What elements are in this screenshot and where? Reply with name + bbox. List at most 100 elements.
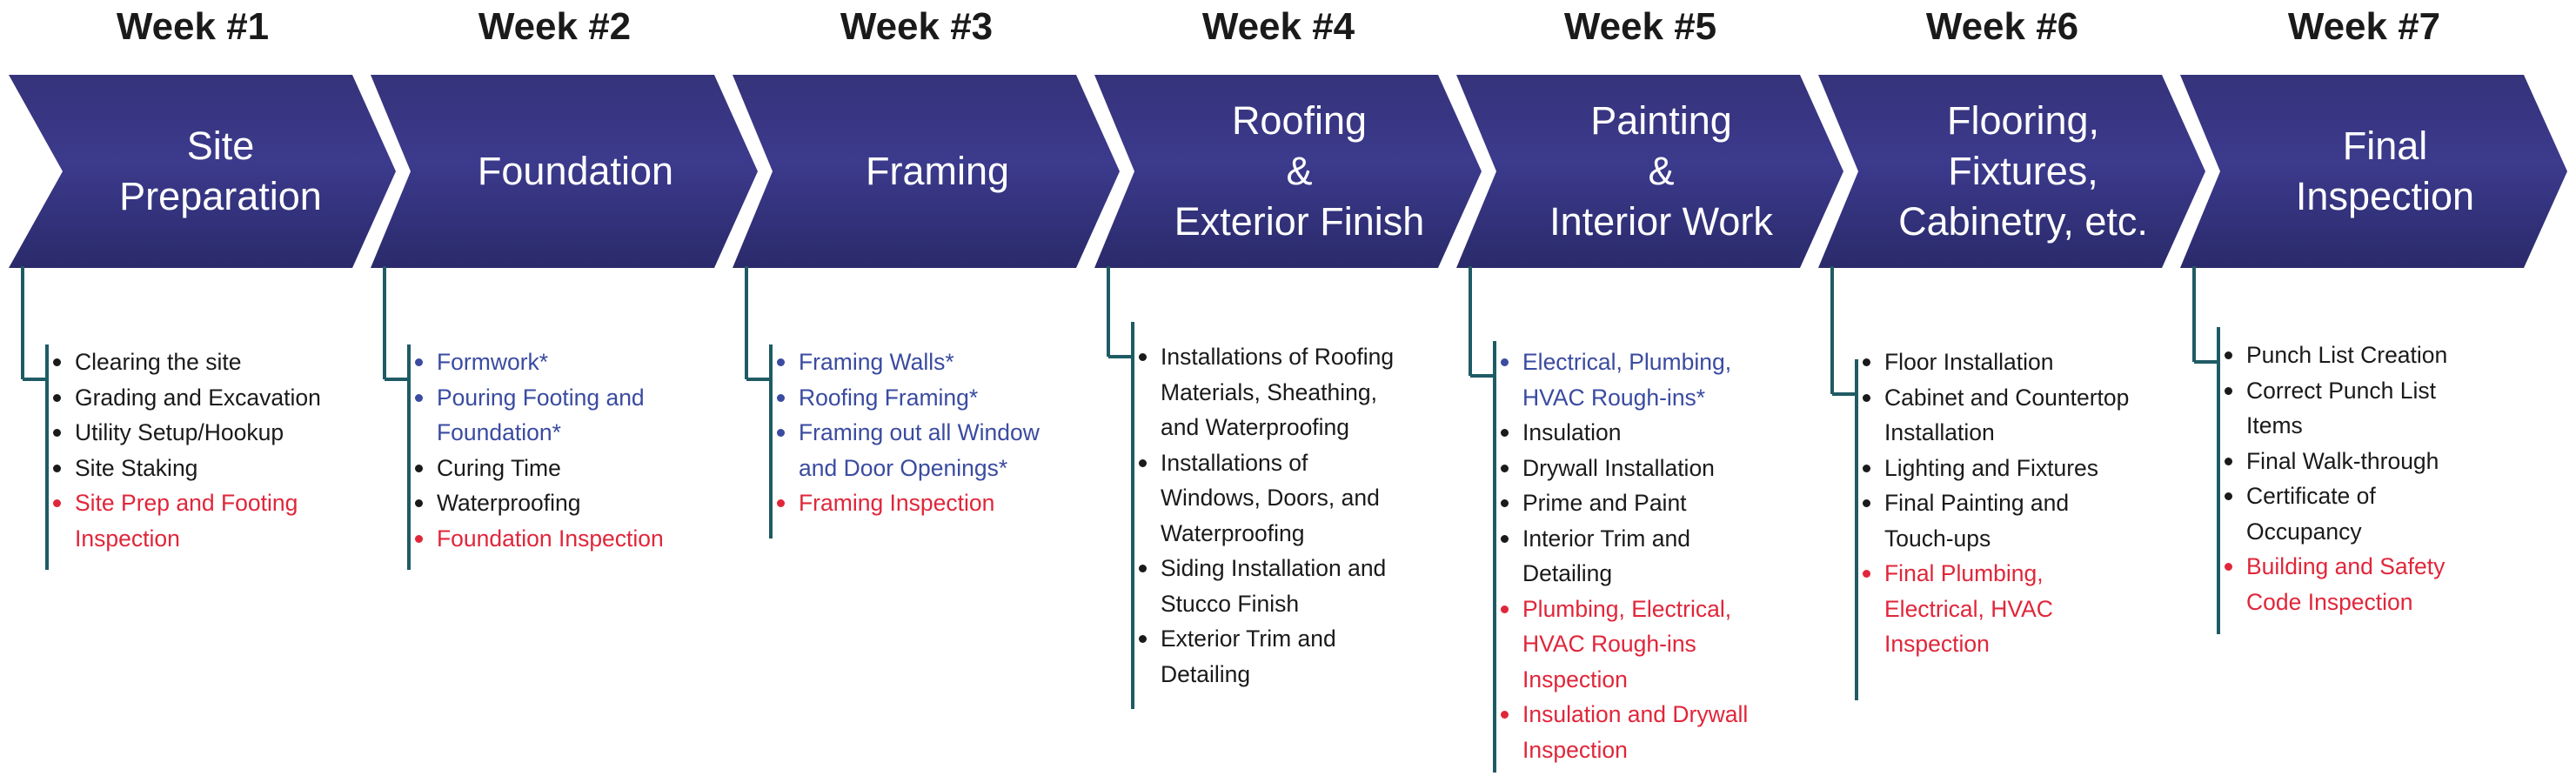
task-item-line: Certificate of bbox=[2246, 483, 2376, 509]
task-item-line: Site Staking bbox=[75, 454, 198, 481]
phase-label-3: Framing bbox=[773, 75, 1102, 268]
task-item-line: Pouring Footing and bbox=[437, 384, 645, 411]
phase-label-line: Framing bbox=[865, 149, 1010, 193]
task-item-line: Stucco Finish bbox=[1161, 590, 1300, 617]
task-item-line: Foundation* bbox=[437, 419, 561, 445]
task-item: Plumbing, Electrical, HVAC Rough-ins Inspe… bbox=[1498, 592, 1748, 698]
task-item-line: Prime and Paint bbox=[1522, 490, 1687, 516]
task-item-line: Code Inspection bbox=[2246, 588, 2413, 615]
week-header-2: Week #2 bbox=[478, 5, 632, 48]
task-item-line: Roofing Framing* bbox=[799, 384, 979, 411]
task-item-line: Site Prep and Footing bbox=[75, 490, 298, 516]
task-list-week-7: Punch List Creation Correct Punch List Ite… bbox=[2222, 338, 2447, 619]
task-item-line: Building and Safety bbox=[2246, 553, 2446, 579]
task-item: Cabinet and Countertop Installation bbox=[1860, 380, 2129, 451]
task-item-line: Framing out all Window bbox=[799, 419, 1040, 445]
task-item-line: Cabinet and Countertop bbox=[1884, 384, 2130, 411]
task-item-line: Final Plumbing, bbox=[1884, 560, 2044, 586]
task-item-line: Framing Inspection bbox=[799, 490, 995, 516]
task-item-line: Inspection bbox=[1884, 631, 1990, 657]
task-list-week-6: Floor Installation Cabinet and Countertop… bbox=[1860, 345, 2129, 662]
task-item-line: Foundation Inspection bbox=[437, 525, 664, 552]
task-item: Interior Trim and Detailing bbox=[1498, 521, 1748, 592]
phase-label-line: Preparation bbox=[119, 174, 322, 218]
task-list-week-4: Installations of Roofing Materials, Sheat… bbox=[1136, 339, 1394, 692]
phase-label-line: Site bbox=[186, 124, 255, 168]
phase-label-line: Exterior Finish bbox=[1174, 199, 1425, 244]
task-item: Insulation bbox=[1498, 415, 1748, 451]
week-header-6: Week #6 bbox=[1925, 5, 2079, 48]
task-item: Framing out all Window and Door Openings* bbox=[774, 415, 1040, 485]
phase-label-line: Fixtures, bbox=[1948, 149, 2098, 193]
task-item-line: Lighting and Fixtures bbox=[1884, 454, 2099, 481]
task-item-line: Insulation bbox=[1522, 419, 1622, 445]
task-item: Waterproofing bbox=[412, 485, 664, 521]
task-list-week-3: Framing Walls* Roofing Framing* Framing ou… bbox=[774, 345, 1040, 521]
task-item-line: Inspection bbox=[75, 525, 180, 552]
task-item-line: Punch List Creation bbox=[2246, 342, 2448, 368]
phase-label-5: Painting & Interior Work bbox=[1496, 75, 1826, 268]
task-item: Site Prep and Footing Inspection bbox=[50, 485, 321, 556]
phase-label-1: Site Preparation bbox=[63, 75, 378, 268]
task-item-line: Formwork* bbox=[437, 349, 549, 375]
task-item-line: Installations of bbox=[1161, 449, 1308, 476]
task-item-line: HVAC Rough-ins bbox=[1522, 631, 1696, 657]
phase-label-line: & bbox=[1648, 149, 1675, 193]
phase-label-line: Roofing bbox=[1231, 98, 1368, 143]
week-header-3: Week #3 bbox=[840, 5, 994, 48]
task-item-line: Correct Punch List bbox=[2246, 377, 2436, 404]
task-item: Electrical, Plumbing, HVAC Rough-ins* bbox=[1498, 345, 1748, 415]
task-item: Drywall Installation bbox=[1498, 451, 1748, 486]
week-header-1: Week #1 bbox=[116, 5, 270, 48]
task-item: Insulation and Drywall Inspection bbox=[1498, 697, 1748, 767]
task-item: Foundation Inspection bbox=[412, 521, 664, 557]
task-item: Lighting and Fixtures bbox=[1860, 451, 2129, 486]
task-item: Final Painting and Touch-ups bbox=[1860, 485, 2129, 556]
task-item: Framing Walls* bbox=[774, 345, 1040, 380]
phase-label-line: Foundation bbox=[477, 149, 674, 193]
week-header-4: Week #4 bbox=[1201, 5, 1355, 48]
task-item-line: Waterproofing bbox=[1161, 519, 1305, 546]
task-item-line: Curing Time bbox=[437, 454, 561, 481]
task-item: Installations of Roofing Materials, Sheat… bbox=[1136, 339, 1394, 445]
task-item-line: Electrical, Plumbing, bbox=[1522, 349, 1732, 375]
task-item: Utility Setup/Hookup bbox=[50, 415, 321, 451]
task-item-line: Insulation and Drywall bbox=[1522, 701, 1749, 727]
phase-label-line: Cabinetry, etc. bbox=[1898, 199, 2148, 244]
phase-label-line: Flooring, bbox=[1946, 98, 2100, 143]
task-item: Building and Safety Code Inspection bbox=[2222, 549, 2447, 619]
task-item-line: Plumbing, Electrical, bbox=[1522, 595, 1732, 622]
task-list-week-5: Electrical, Plumbing, HVAC Rough-ins* Insu… bbox=[1498, 345, 1748, 767]
phase-label-4: Roofing & Exterior Finish bbox=[1134, 75, 1464, 268]
task-item: Correct Punch List Items bbox=[2222, 373, 2447, 444]
task-item-line: Inspection bbox=[1522, 666, 1628, 692]
task-item: Siding Installation and Stucco Finish bbox=[1136, 551, 1394, 621]
task-item-line: Detailing bbox=[1522, 560, 1613, 586]
task-item-line: Siding Installation and bbox=[1161, 555, 1387, 581]
task-item: Floor Installation bbox=[1860, 345, 2129, 380]
task-item-line: HVAC Rough-ins* bbox=[1522, 384, 1706, 411]
task-item: Prime and Paint bbox=[1498, 485, 1748, 521]
task-item-line: and Door Openings* bbox=[799, 454, 1008, 481]
task-item-line: Grading and Excavation bbox=[75, 384, 321, 411]
task-item: Framing Inspection bbox=[774, 485, 1040, 521]
task-item: Final Plumbing, Electrical, HVAC Inspectio… bbox=[1860, 556, 2129, 662]
task-item-line: Waterproofing bbox=[437, 490, 581, 516]
task-item: Roofing Framing* bbox=[774, 380, 1040, 416]
phase-label-7: Final Inspection bbox=[2220, 75, 2550, 268]
task-item-line: Interior Trim and bbox=[1522, 525, 1690, 552]
week-header-7: Week #7 bbox=[2287, 5, 2441, 48]
task-item: Formwork* bbox=[412, 345, 664, 380]
task-item: Pouring Footing and Foundation* bbox=[412, 380, 664, 451]
task-item-line: Electrical, HVAC bbox=[1884, 595, 2053, 622]
task-item: Final Walk-through bbox=[2222, 444, 2447, 479]
task-item: Exterior Trim and Detailing bbox=[1136, 621, 1394, 692]
task-item: Site Staking bbox=[50, 451, 321, 486]
task-item-line: Framing Walls* bbox=[799, 349, 954, 375]
phase-label-6: Flooring, Fixtures, Cabinetry, etc. bbox=[1858, 75, 2188, 268]
phase-label-2: Foundation bbox=[411, 75, 740, 268]
task-list-week-2: Formwork* Pouring Footing and Foundation* C… bbox=[412, 345, 664, 556]
task-item-line: Windows, Doors, and bbox=[1161, 485, 1380, 511]
phase-label-line: Interior Work bbox=[1549, 199, 1773, 244]
task-item-line: Touch-ups bbox=[1884, 525, 1991, 552]
